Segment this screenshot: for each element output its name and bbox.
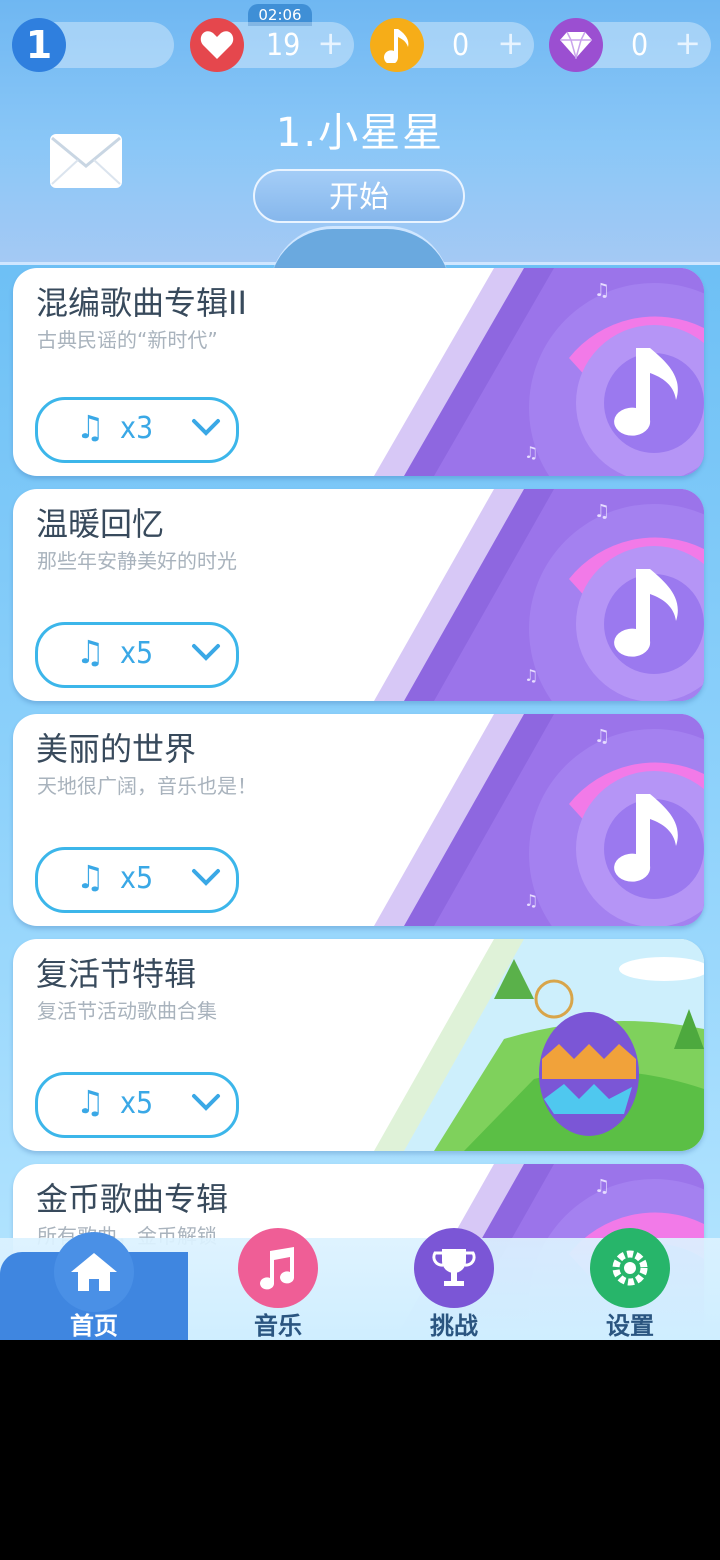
music-note-icon: ♫ bbox=[76, 408, 105, 446]
svg-text:♫: ♫ bbox=[594, 280, 610, 301]
nav-settings-label: 设置 bbox=[606, 1312, 654, 1340]
svg-text:♫: ♫ bbox=[524, 443, 538, 462]
svg-text:♫: ♫ bbox=[594, 1176, 610, 1197]
music-note-icon: ♫ bbox=[76, 858, 105, 896]
music-note-icon bbox=[370, 18, 424, 72]
album-title: 复活节特辑 bbox=[36, 955, 197, 993]
nav-home-label: 首页 bbox=[70, 1312, 118, 1340]
song-count: x3 bbox=[120, 411, 154, 446]
chevron-down-icon bbox=[192, 644, 220, 661]
current-song-title: 1.小星星 bbox=[275, 110, 445, 156]
nav-challenge[interactable]: 挑战 bbox=[364, 1228, 544, 1340]
start-button[interactable]: 开始 bbox=[253, 169, 465, 223]
level-badge: 1 bbox=[12, 18, 174, 72]
chevron-down-icon bbox=[192, 419, 220, 436]
album-title: 金币歌曲专辑 bbox=[36, 1180, 229, 1218]
svg-text:♫: ♫ bbox=[524, 891, 538, 910]
nav-home[interactable]: 首页 bbox=[0, 1232, 188, 1340]
add-notes-button[interactable]: + bbox=[497, 24, 524, 62]
music-note-icon: ♫ bbox=[76, 633, 105, 671]
album-art-music: ♫ ♫ bbox=[374, 489, 704, 701]
album-subtitle: 天地很广阔，音乐也是！ bbox=[37, 774, 257, 798]
notes-counter: 0 + bbox=[370, 18, 534, 72]
diamond-icon bbox=[549, 18, 603, 72]
nav-music-label: 音乐 bbox=[254, 1312, 302, 1340]
nav-challenge-label: 挑战 bbox=[430, 1312, 478, 1340]
bottom-nav: 首页 音乐 挑战 设置 bbox=[0, 1228, 720, 1340]
album-art-music: ♫ ♫ bbox=[374, 268, 704, 476]
diamond-counter: 0 + bbox=[549, 18, 711, 72]
album-title: 混编歌曲专辑II bbox=[36, 284, 247, 322]
nav-music[interactable]: 音乐 bbox=[188, 1228, 368, 1340]
heart-icon bbox=[190, 18, 244, 72]
song-count-dropdown[interactable]: ♫ x5 bbox=[35, 622, 239, 688]
song-count-dropdown[interactable]: ♫ x5 bbox=[35, 1072, 239, 1138]
add-diamond-button[interactable]: + bbox=[674, 24, 701, 62]
svg-text:♫: ♫ bbox=[524, 666, 538, 685]
album-subtitle: 古典民谣的“新时代” bbox=[37, 328, 218, 352]
song-count-dropdown[interactable]: ♫ x3 bbox=[35, 397, 239, 463]
album-title: 美丽的世界 bbox=[36, 730, 197, 768]
album-card[interactable]: ♫ ♫ 混编歌曲专辑II 古典民谣的“新时代” ♫ x3 bbox=[13, 268, 704, 476]
album-card[interactable]: ♫ ♫ 美丽的世界 天地很广阔，音乐也是！ ♫ x5 bbox=[13, 714, 704, 926]
notes-value: 0 bbox=[452, 28, 470, 63]
add-lives-button[interactable]: + bbox=[317, 24, 344, 62]
album-subtitle: 复活节活动歌曲合集 bbox=[37, 999, 217, 1023]
album-card[interactable]: ♫ ♫ 温暖回忆 那些年安静美好的时光 ♫ x5 bbox=[13, 489, 704, 701]
album-card[interactable]: 复活节特辑 复活节活动歌曲合集 ♫ x5 bbox=[13, 939, 704, 1151]
svg-text:♫: ♫ bbox=[594, 501, 610, 522]
album-art-music: ♫ ♫ bbox=[374, 714, 704, 926]
song-count: x5 bbox=[120, 1086, 154, 1121]
album-subtitle: 那些年安静美好的时光 bbox=[37, 549, 237, 573]
song-count-dropdown[interactable]: ♫ x5 bbox=[35, 847, 239, 913]
level-number: 1 bbox=[12, 18, 66, 72]
app-screen: 02:06 1 19 + 0 + 0 + 1.小星星 开始 ♫ ♫ 混编歌曲专辑… bbox=[0, 0, 720, 1340]
chevron-down-icon bbox=[192, 869, 220, 886]
lives-counter: 19 + bbox=[190, 18, 354, 72]
gear-icon bbox=[590, 1228, 670, 1308]
album-art-easter bbox=[374, 939, 704, 1151]
svg-text:♫: ♫ bbox=[594, 726, 610, 747]
song-count: x5 bbox=[120, 861, 154, 896]
song-count: x5 bbox=[120, 636, 154, 671]
nav-settings[interactable]: 设置 bbox=[540, 1228, 720, 1340]
trophy-icon bbox=[414, 1228, 494, 1308]
music-note-icon bbox=[238, 1228, 318, 1308]
music-note-icon: ♫ bbox=[76, 1083, 105, 1121]
diamond-value: 0 bbox=[631, 28, 649, 63]
chevron-down-icon bbox=[192, 1094, 220, 1111]
home-icon bbox=[54, 1232, 134, 1312]
album-title: 温暖回忆 bbox=[36, 505, 165, 543]
lives-value: 19 bbox=[266, 28, 301, 63]
